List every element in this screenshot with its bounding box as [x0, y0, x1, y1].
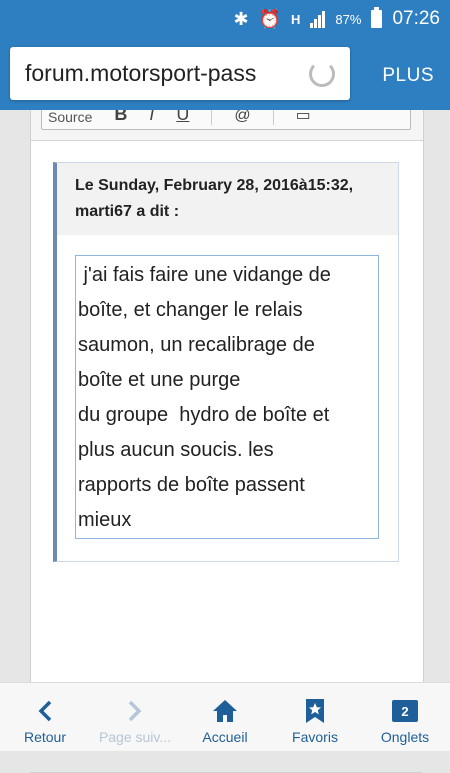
page-content: Source B I U @ ▭ Le Sunday, February 28,…	[0, 110, 450, 773]
bluetooth-icon: ✱	[233, 8, 249, 29]
back-label: Retour	[23, 729, 67, 745]
tabs-icon: 2	[392, 698, 418, 724]
quote-body[interactable]: j'ai fais faire une vidange de boîte, et…	[75, 255, 379, 539]
more-icon[interactable]: ▭	[296, 110, 311, 125]
alarm-icon: ⏰	[258, 8, 282, 29]
url-bar[interactable]: forum.motorsport-pass	[10, 47, 350, 100]
clock: 07:26	[392, 8, 440, 29]
hplus-network-icon: H	[291, 11, 301, 27]
at-icon[interactable]: @	[234, 110, 250, 125]
home-icon	[212, 698, 238, 724]
italic-button[interactable]: I	[149, 110, 154, 125]
tabs-count: 2	[392, 700, 418, 722]
chevron-left-icon	[37, 698, 53, 724]
source-button[interactable]: Source	[48, 110, 92, 125]
more-button[interactable]: PLUS	[382, 65, 434, 87]
quote-line: mieux	[78, 509, 132, 531]
back-button[interactable]: Retour	[0, 683, 90, 751]
forward-label: Page suiv...	[98, 729, 172, 745]
url-text[interactable]: forum.motorsport-pass	[25, 60, 309, 87]
quote-line: du groupe hydro de boîte et	[78, 404, 330, 426]
quote-block: Le Sunday, February 28, 2016à15:32, mart…	[53, 162, 399, 562]
battery-icon	[371, 7, 383, 28]
editor-frame: Source B I U @ ▭ Le Sunday, February 28,…	[30, 110, 424, 682]
reload-icon[interactable]	[309, 60, 335, 87]
status-bar: ✱ ⏰ H 87% 07:26	[0, 0, 450, 38]
quote-line: saumon, un recalibrage de	[78, 334, 315, 356]
toolbar-divider	[211, 110, 213, 125]
quote-header: Le Sunday, February 28, 2016à15:32, mart…	[57, 163, 398, 235]
battery-percent: 87%	[335, 11, 362, 27]
editor-toolbar-buttons: Source B I U @ ▭	[41, 110, 411, 130]
bold-button[interactable]: B	[114, 110, 127, 125]
tabs-label: Onglets	[380, 729, 430, 745]
quote-line: boîte, et changer le relais	[78, 299, 303, 321]
quote-line: plus aucun soucis. les	[78, 439, 274, 461]
browser-toolbar: forum.motorsport-pass PLUS	[0, 38, 450, 110]
forward-button[interactable]: Page suiv...	[90, 683, 180, 751]
quote-line: rapports de boîte passent	[78, 474, 305, 496]
tabs-button[interactable]: 2 Onglets	[360, 683, 450, 751]
quote-line: j'ai fais faire une vidange de	[78, 264, 331, 286]
toolbar-divider	[272, 110, 274, 125]
quote-line: boîte et une purge	[78, 369, 241, 391]
underline-button[interactable]: U	[176, 110, 189, 125]
bookmark-star-icon	[305, 698, 325, 724]
home-button[interactable]: Accueil	[180, 683, 270, 751]
editor-toolbar: Source B I U @ ▭	[31, 110, 423, 141]
chevron-right-icon	[127, 698, 143, 724]
home-label: Accueil	[202, 729, 248, 745]
bookmarks-label: Favoris	[292, 729, 338, 745]
bookmarks-button[interactable]: Favoris	[270, 683, 360, 751]
bottom-navbar: Retour Page suiv... Accueil Favoris 2 On…	[0, 682, 450, 751]
signal-icon	[310, 10, 326, 28]
